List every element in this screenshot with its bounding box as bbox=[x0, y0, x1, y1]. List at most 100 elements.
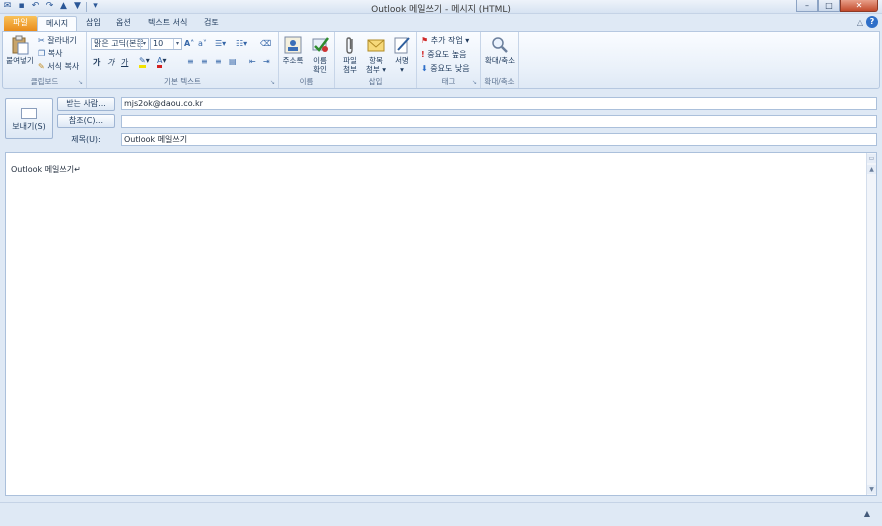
send-label: 보내기(S) bbox=[12, 122, 46, 131]
format-painter-button[interactable]: ✎ 서식 복사 bbox=[38, 61, 79, 72]
align-right-icon: ≡ bbox=[215, 57, 222, 66]
group-basic-text: 맑은 고딕(본문 ▾ 10 ▾ A˄ a˅ ☰▾ ☷▾ ⌫ 가 가 가 ✎▾ A… bbox=[87, 32, 279, 88]
cut-button[interactable]: ✂ 잘라내기 bbox=[38, 35, 77, 46]
bullets-icon: ☰▾ bbox=[215, 39, 227, 48]
align-right-button[interactable]: ≡ bbox=[215, 57, 222, 66]
address-book-button[interactable]: 주소록 bbox=[281, 35, 305, 65]
justify-icon: ▤ bbox=[229, 57, 237, 66]
justify-button[interactable]: ▤ bbox=[229, 57, 237, 66]
align-left-icon: ≡ bbox=[187, 57, 194, 66]
numbering-icon: ☷▾ bbox=[236, 39, 248, 48]
font-color-button[interactable]: A▾ bbox=[157, 56, 167, 68]
font-color-icon: A bbox=[157, 56, 163, 68]
bold-button[interactable]: 가 bbox=[93, 57, 100, 68]
high-importance-button[interactable]: ! 중요도 높음 bbox=[421, 49, 467, 60]
group-label-include: 삽입 bbox=[368, 77, 383, 86]
signature-button[interactable]: 서명 ▾ bbox=[390, 35, 414, 74]
format-painter-label: 서식 복사 bbox=[47, 62, 80, 71]
dialog-launcher-icon[interactable]: ↘ bbox=[78, 79, 83, 86]
font-size-select[interactable]: 10 ▾ bbox=[150, 38, 182, 50]
zoom-button[interactable]: 확대/축소 bbox=[483, 35, 517, 65]
ruler-toggle-icon[interactable]: ▭ bbox=[867, 154, 876, 163]
shrink-font-button[interactable]: a˅ bbox=[198, 39, 207, 48]
body-text[interactable]: Outlook 메일쓰기↵ bbox=[11, 164, 81, 175]
tab-message[interactable]: 메시지 bbox=[37, 16, 78, 31]
high-importance-label: 중요도 높음 bbox=[427, 50, 467, 59]
maximize-button[interactable]: □ bbox=[818, 0, 840, 12]
tab-insert[interactable]: 삽입 bbox=[78, 16, 109, 31]
subject-field[interactable]: Outlook 메일쓰기 bbox=[121, 133, 877, 146]
underline-button[interactable]: 가 bbox=[121, 57, 128, 68]
check-names-label-2: 확인 bbox=[313, 65, 327, 74]
copy-icon: ❐ bbox=[38, 49, 46, 58]
increase-indent-icon: ⇥ bbox=[263, 57, 270, 66]
numbering-button[interactable]: ☷▾ bbox=[236, 39, 247, 48]
expand-people-pane-icon[interactable]: ▲ bbox=[864, 509, 870, 518]
tab-options[interactable]: 옵션 bbox=[108, 16, 139, 31]
chevron-down-icon: ▾ bbox=[140, 39, 148, 49]
check-names-button[interactable]: 이름 확인 bbox=[307, 35, 333, 74]
low-importance-button[interactable]: ⬇ 중요도 낮음 bbox=[421, 63, 470, 74]
tab-review[interactable]: 검토 bbox=[196, 16, 227, 31]
attach-file-label-2: 첨부 bbox=[343, 65, 357, 74]
decrease-indent-icon: ⇤ bbox=[249, 57, 256, 66]
address-book-icon bbox=[284, 36, 302, 54]
help-icon[interactable]: ? bbox=[866, 16, 878, 28]
clear-format-icon: ⌫ bbox=[260, 39, 272, 48]
status-bar: ▲ bbox=[0, 502, 882, 526]
font-size-value: 10 bbox=[153, 39, 164, 48]
bullets-button[interactable]: ☰▾ bbox=[215, 39, 226, 48]
align-center-icon: ≡ bbox=[201, 57, 208, 66]
chevron-down-icon: ▾ bbox=[173, 39, 181, 49]
font-name-value: 맑은 고딕(본문 bbox=[94, 39, 144, 48]
cc-field[interactable] bbox=[121, 115, 877, 128]
check-names-icon bbox=[312, 37, 329, 52]
grow-font-button[interactable]: A˄ bbox=[184, 39, 194, 48]
dialog-launcher-icon[interactable]: ↘ bbox=[472, 79, 477, 86]
help-area: △ ? bbox=[857, 16, 878, 28]
signature-icon bbox=[394, 37, 410, 54]
scroll-up-icon[interactable]: ▲ bbox=[867, 165, 876, 174]
align-center-button[interactable]: ≡ bbox=[201, 57, 208, 66]
increase-indent-button[interactable]: ⇥ bbox=[263, 57, 270, 66]
cc-button[interactable]: 참조(C)... bbox=[57, 114, 115, 128]
title-bar: ✉ ▪ ↶ ↷ ▲ ▼ ▾ Outlook 메일쓰기 - 메시지 (HTML) … bbox=[0, 0, 882, 15]
ribbon: 붙여넣기 ✂ 잘라내기 ❐ 복사 ✎ 서식 복사 클립보드 ↘ 맑은 고딕(본문… bbox=[2, 31, 880, 89]
group-zoom: 확대/축소 확대/축소 bbox=[481, 32, 519, 88]
paperclip-icon bbox=[346, 37, 353, 54]
send-button[interactable]: 보내기(S) bbox=[5, 98, 53, 139]
follow-up-button[interactable]: ⚑ 추가 작업 ▾ bbox=[421, 35, 469, 46]
decrease-indent-button[interactable]: ⇤ bbox=[249, 57, 256, 66]
scroll-down-icon[interactable]: ▼ bbox=[867, 485, 876, 494]
to-field[interactable]: mjs2ok@daou.co.kr bbox=[121, 97, 877, 110]
tab-format-text[interactable]: 텍스트 서식 bbox=[140, 16, 195, 31]
attach-item-button[interactable]: 항목 첨부 ▾ bbox=[363, 35, 389, 74]
italic-button[interactable]: 가 bbox=[107, 57, 114, 68]
close-button[interactable]: ✕ bbox=[840, 0, 878, 12]
follow-up-label: 추가 작업 ▾ bbox=[430, 36, 470, 45]
brush-icon: ✎ bbox=[38, 62, 45, 71]
paste-button[interactable]: 붙여넣기 bbox=[5, 35, 35, 65]
minimize-button[interactable]: – bbox=[796, 0, 818, 12]
down-arrow-icon: ⬇ bbox=[421, 64, 428, 73]
clear-format-button[interactable]: ⌫ bbox=[260, 39, 271, 48]
highlight-button[interactable]: ✎▾ bbox=[139, 56, 150, 68]
flag-icon: ⚑ bbox=[421, 36, 429, 45]
low-importance-label: 중요도 낮음 bbox=[430, 64, 470, 73]
highlighter-icon: ✎ bbox=[139, 56, 146, 68]
font-name-select[interactable]: 맑은 고딕(본문 ▾ bbox=[91, 38, 149, 50]
attach-file-button[interactable]: 파일 첨부 bbox=[338, 35, 362, 74]
tab-file[interactable]: 파일 bbox=[4, 16, 37, 31]
vertical-scrollbar[interactable]: ▭ ▲ ▼ bbox=[866, 153, 876, 495]
align-left-button[interactable]: ≡ bbox=[187, 57, 194, 66]
copy-button[interactable]: ❐ 복사 bbox=[38, 48, 62, 59]
copy-label: 복사 bbox=[47, 49, 63, 58]
group-label-basic-text: 기본 텍스트 bbox=[164, 77, 201, 86]
scissors-icon: ✂ bbox=[38, 36, 45, 45]
cut-label: 잘라내기 bbox=[47, 36, 77, 45]
to-button[interactable]: 받는 사람... bbox=[57, 97, 115, 111]
paste-label: 붙여넣기 bbox=[6, 56, 34, 65]
message-body[interactable]: Outlook 메일쓰기↵ ▭ ▲ ▼ bbox=[5, 152, 877, 496]
dialog-launcher-icon[interactable]: ↘ bbox=[270, 79, 275, 86]
minimize-ribbon-icon[interactable]: △ bbox=[857, 18, 863, 27]
